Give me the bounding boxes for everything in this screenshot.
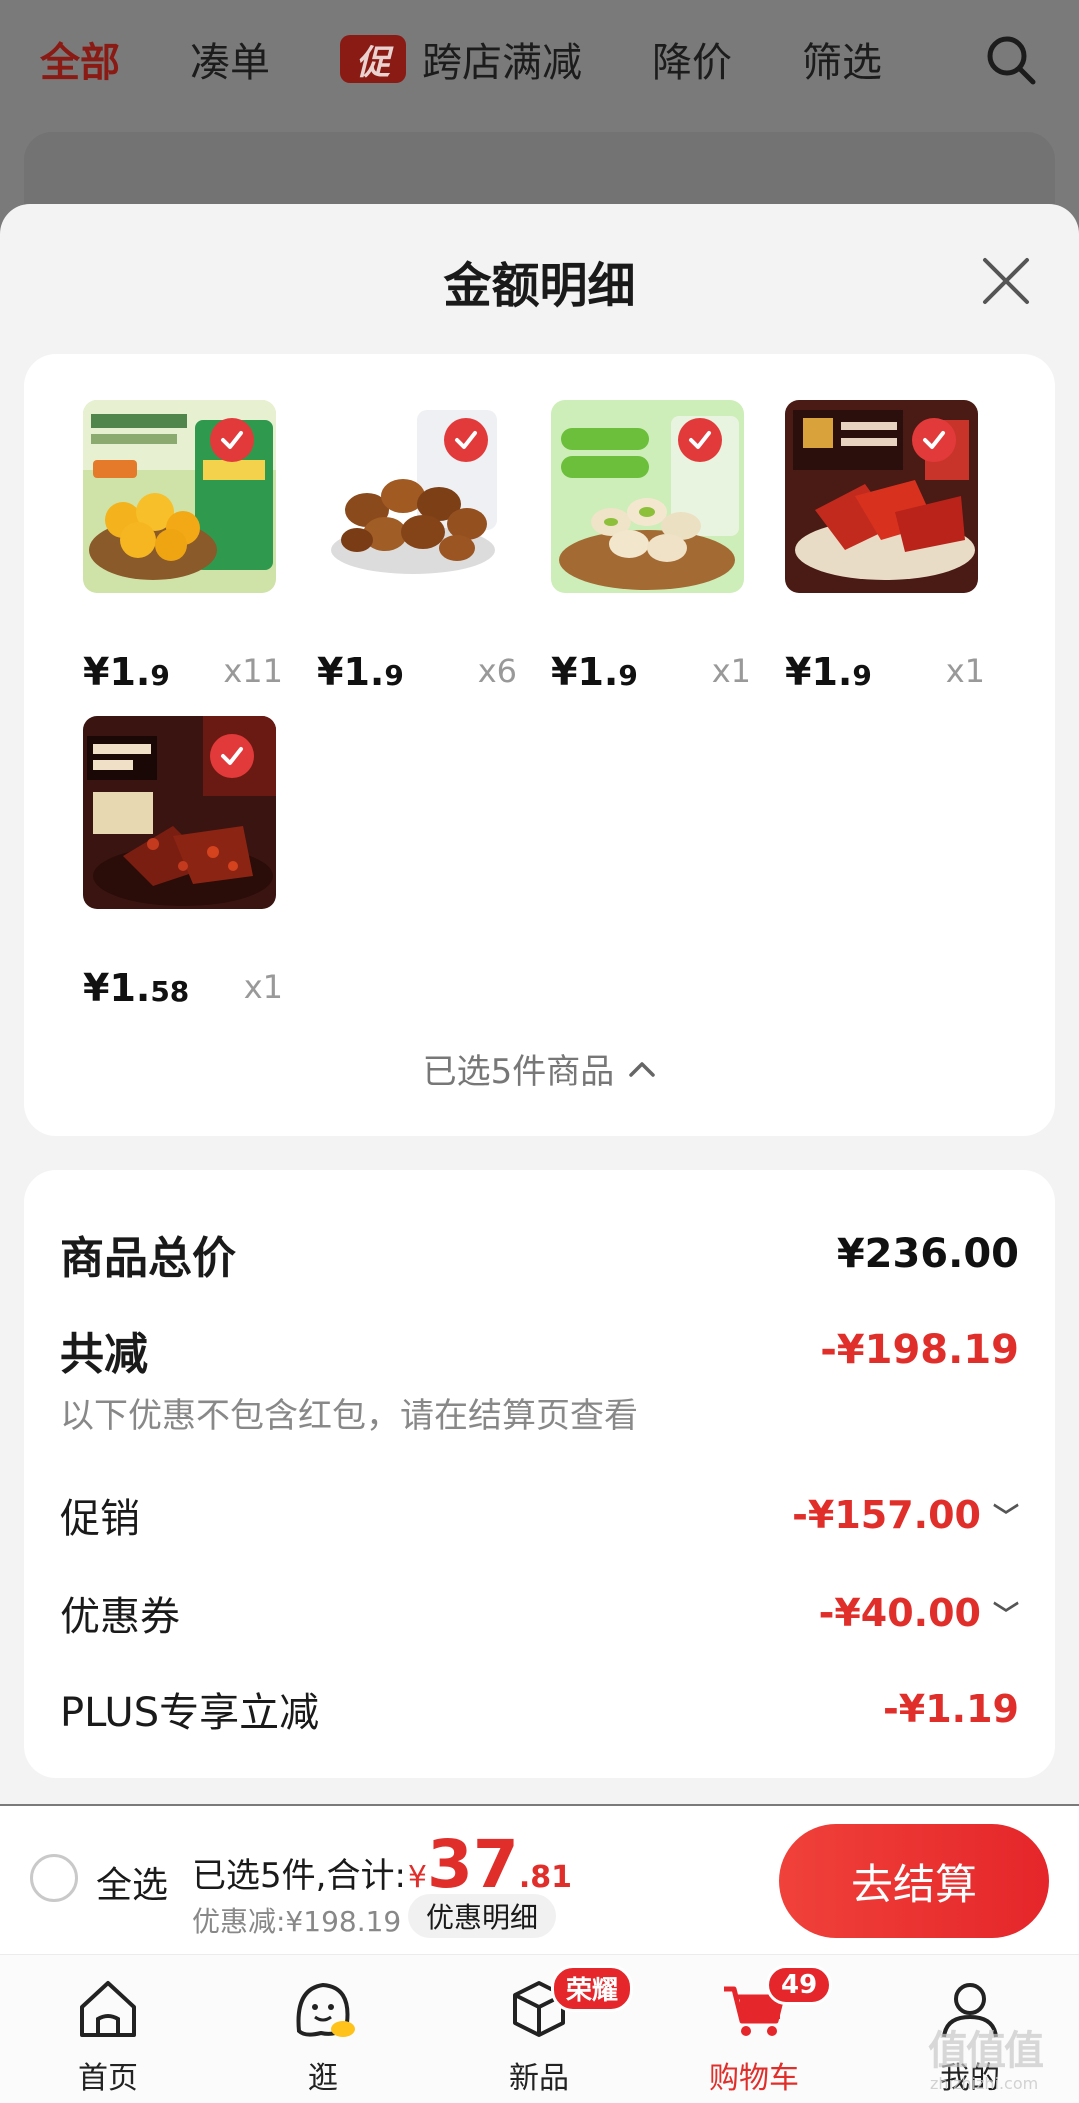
product-quantity: x1 [243, 968, 283, 1006]
search-icon[interactable] [983, 32, 1039, 88]
plus-discount-row: PLUS专享立减 -¥1.19 [60, 1680, 1019, 1738]
plus-discount-value: -¥1.19 [883, 1687, 1019, 1731]
tab-new-label: 新品 [509, 2061, 569, 2096]
tab-filter[interactable]: 筛选 [802, 30, 882, 88]
total-price-label: 商品总价 [60, 1233, 236, 1284]
tab-home-label: 首页 [78, 2061, 138, 2096]
cart-count-badge: 49 [766, 1965, 833, 2005]
tab-home[interactable]: 首页 [28, 1955, 188, 2103]
total-price-row: 商品总价 ¥236.00 [60, 1222, 1019, 1286]
product-price: ¥1.58 [83, 966, 190, 1010]
total-reduction-row: 共减 -¥198.19 [60, 1318, 1019, 1382]
product-image-broad-beans [317, 400, 510, 593]
tab-cart-label: 购物车 [709, 2061, 799, 2096]
product-quantity: x1 [711, 652, 751, 690]
product-price: ¥1.9 [317, 650, 404, 694]
total-reduction-value: -¥198.19 [820, 1327, 1019, 1373]
amount-integer: 37 [427, 1826, 519, 1903]
selected-items-card: ¥1.9 x11 ¥1.9 x6 ¥1.9 x1 ¥1.9 x1 ¥1.58 x… [24, 354, 1055, 1136]
total-price-value: ¥236.00 [836, 1231, 1019, 1277]
currency-symbol: ¥ [407, 1860, 427, 1895]
coupon-row[interactable]: 优惠券 -¥40.00 ﹀ [60, 1584, 1019, 1642]
product-image-chestnut [83, 400, 276, 593]
coupon-value: -¥40.00 ﹀ [818, 1591, 1019, 1635]
product-item[interactable]: ¥1.9 x1 [551, 400, 751, 694]
product-item[interactable]: ¥1.9 x6 [317, 400, 517, 694]
product-price: ¥1.9 [785, 650, 872, 694]
tab-coudan[interactable]: 凑单 [190, 30, 270, 88]
tab-new[interactable]: 新品 荣耀 [459, 1955, 634, 2103]
amount-decimal: .81 [518, 1860, 573, 1895]
explore-icon [296, 1982, 355, 2037]
tab-cross-store[interactable]: 促 跨店满减 [340, 30, 582, 88]
product-item[interactable]: ¥1.9 x1 [785, 400, 985, 694]
promotion-value: -¥157.00 ﹀ [792, 1493, 1019, 1537]
sheet-title: 金额明细 [443, 258, 636, 314]
price-summary-card: 商品总价 ¥236.00 共减 -¥198.19 以下优惠不包含红包，请在结算页… [24, 1170, 1055, 1778]
product-price: ¥1.9 [83, 650, 170, 694]
plus-discount-label: PLUS专享立减 [60, 1690, 320, 1736]
tab-explore-label: 逛 [308, 2061, 338, 2096]
chevron-down-icon: ﹀ [992, 1600, 1019, 1631]
checkout-bar: 全选 已选5件,合计: ¥ 37 .81 优惠减:¥198.19 优惠明细 去结… [0, 1806, 1079, 1954]
tab-cross-store-label: 跨店满减 [422, 40, 582, 86]
select-all-label[interactable]: 全选 [96, 1856, 168, 1908]
checked-icon [444, 418, 488, 462]
close-icon[interactable] [979, 254, 1033, 308]
coupon-label: 优惠券 [60, 1594, 180, 1640]
total-reduction-label: 共减 [60, 1329, 148, 1380]
product-item[interactable]: ¥1.9 x11 [83, 400, 283, 694]
product-price: ¥1.9 [551, 650, 638, 694]
selected-count-label: 已选5件商品 [422, 1052, 615, 1092]
select-all-radio[interactable] [30, 1854, 78, 1902]
home-icon [80, 1981, 136, 2037]
product-quantity: x6 [477, 652, 517, 690]
product-item[interactable]: ¥1.58 x1 [83, 716, 283, 1010]
product-image-pork-jerky [785, 400, 978, 593]
discount-detail-button[interactable]: 优惠明细 [408, 1894, 557, 1938]
new-badge: 荣耀 [551, 1965, 634, 2012]
chevron-up-icon [629, 1061, 656, 1077]
checked-icon [210, 734, 254, 778]
bottom-tab-bar: 首页 逛 新品 荣耀 购物车 49 我的 [0, 1954, 1079, 2103]
checked-icon [678, 418, 722, 462]
redpacket-note: 以下优惠不包含红包，请在结算页查看 [60, 1396, 638, 1436]
product-image-pistachios [551, 400, 744, 593]
tab-explore[interactable]: 逛 [243, 1955, 403, 2103]
tab-all[interactable]: 全部 [40, 30, 120, 88]
product-image-sichuan-beef [83, 716, 276, 909]
promo-icon: 促 [340, 35, 406, 83]
amount-detail-sheet: 金额明细 ¥1.9 x11 ¥1.9 x6 ¥1.9 x1 ¥1.9 x1 ¥1… [0, 204, 1079, 1804]
promotion-row[interactable]: 促销 -¥157.00 ﹀ [60, 1486, 1019, 1544]
checked-icon [912, 418, 956, 462]
product-quantity: x1 [945, 652, 985, 690]
selected-count-text: 已选5件,合计: [192, 1856, 406, 1896]
top-nav: 全部 凑单 促 跨店满减 降价 筛选 [0, 0, 1079, 118]
selected-count-toggle[interactable]: 已选5件商品 [24, 1044, 1055, 1093]
product-quantity: x11 [223, 652, 283, 690]
chevron-down-icon: ﹀ [992, 1502, 1019, 1533]
discount-text: 优惠减:¥198.19 [192, 1905, 402, 1938]
tab-cart[interactable]: 购物车 49 [674, 1955, 834, 2103]
checkout-button[interactable]: 去结算 [779, 1824, 1049, 1938]
tab-price-drop[interactable]: 降价 [652, 30, 732, 88]
checked-icon [210, 418, 254, 462]
watermark: 值值值 [928, 2028, 1044, 2074]
promotion-label: 促销 [60, 1496, 140, 1542]
total-amount: 已选5件,合计: ¥ 37 .81 [192, 1826, 572, 1903]
watermark-url: zhizhizhi.com [930, 2074, 1039, 2093]
